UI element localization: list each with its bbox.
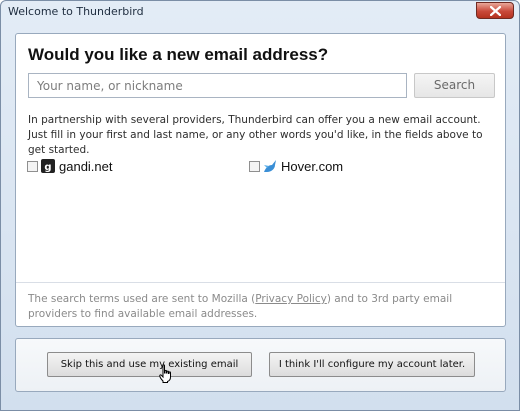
skip-use-existing-email-button[interactable]: Skip this and use my existing email [47,352,252,377]
hover-checkbox[interactable] [249,160,260,172]
page-title: Would you like a new email address? [28,45,329,64]
hover-bird-icon [264,160,276,172]
configure-later-button[interactable]: I think I'll configure my account later. [269,352,475,377]
privacy-policy-link[interactable]: Privacy Policy [255,293,327,305]
title-bar[interactable]: Welcome to Thunderbird [1,1,519,23]
svg-text:g: g [44,162,51,173]
partnership-description: In partnership with several providers, T… [28,114,483,156]
welcome-dialog: Welcome to Thunderbird Would you like a … [0,0,520,411]
gandi-checkbox[interactable] [27,160,38,172]
close-x-icon [490,6,501,16]
divider [16,282,505,283]
new-email-panel: Would you like a new email address? Sear… [15,33,506,327]
action-bar: Skip this and use my existing email I th… [15,338,506,392]
privacy-note: The search terms used are sent to Mozill… [28,292,498,322]
search-button[interactable]: Search [414,73,495,98]
close-button[interactable] [476,2,514,19]
hover-label: Hover.com [281,158,344,174]
gandi-icon: g [41,159,55,173]
window-title: Welcome to Thunderbird [8,5,144,18]
name-search-input[interactable] [28,73,407,98]
hand-pointer-icon [159,364,171,383]
provider-gandi[interactable]: g gandi.net [27,158,113,174]
provider-hover[interactable]: Hover.com [249,158,343,174]
gandi-label: gandi.net [59,158,113,174]
privacy-note-text-start: The search terms used are sent to Mozill… [28,293,256,305]
